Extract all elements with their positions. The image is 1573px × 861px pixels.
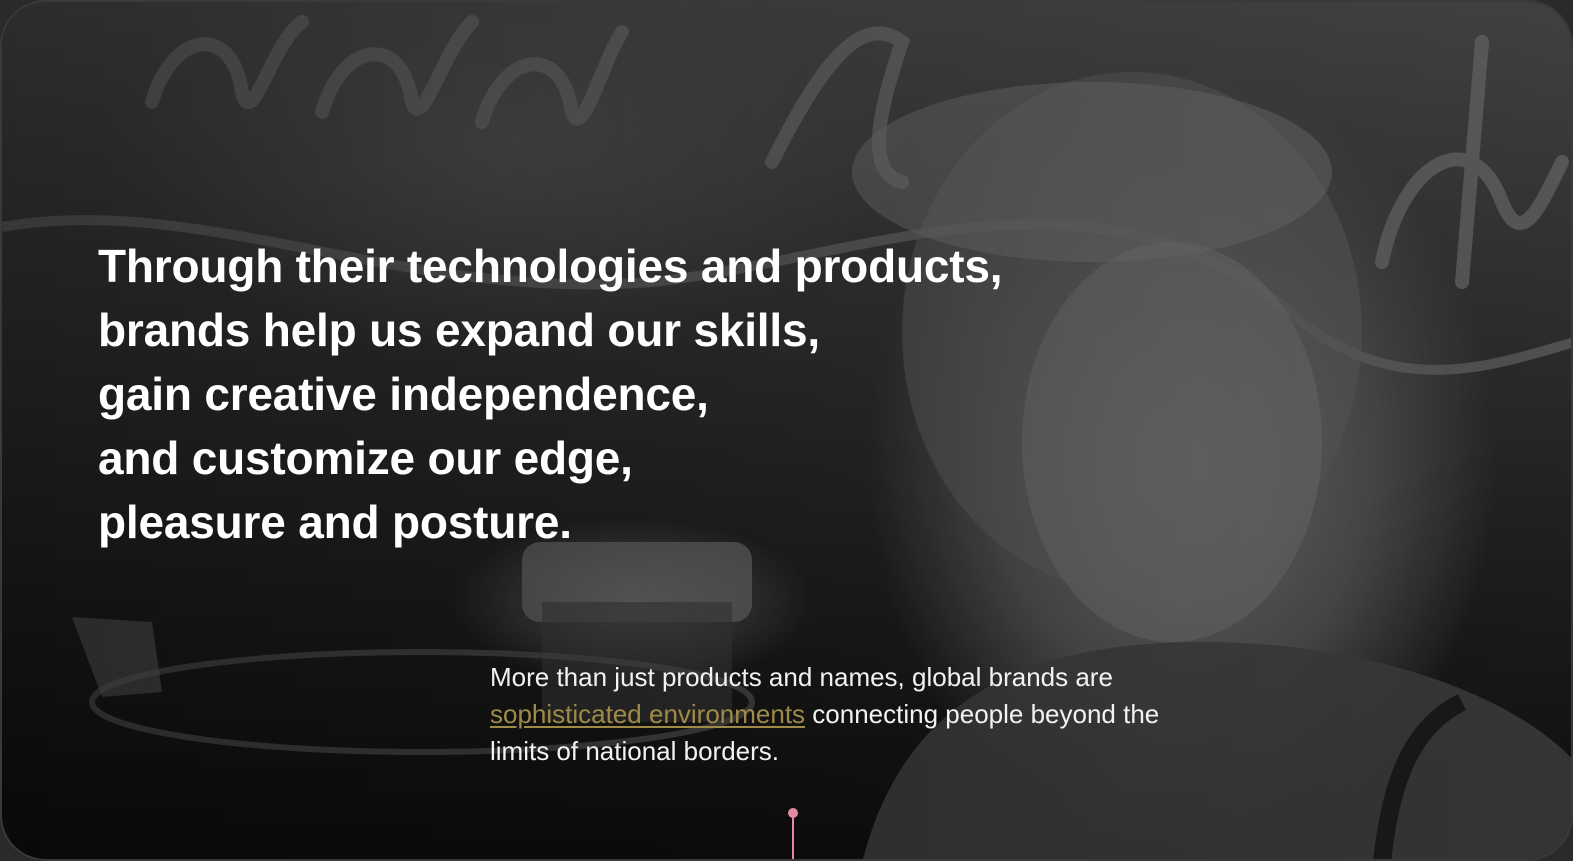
scroll-indicator[interactable]	[787, 808, 799, 859]
headline-line: pleasure and posture.	[98, 496, 572, 548]
body-text-start: More than just products and names, globa…	[490, 662, 1113, 692]
sophisticated-environments-link[interactable]: sophisticated environments	[490, 699, 805, 729]
headline-line: brands help us expand our skills,	[98, 304, 820, 356]
headline-line: and customize our edge,	[98, 432, 633, 484]
headline-line: Through their technologies and products,	[98, 240, 1003, 292]
hero-headline: Through their technologies and products,…	[98, 234, 1003, 554]
hero-body-text: More than just products and names, globa…	[490, 659, 1170, 770]
scroll-indicator-line	[792, 816, 794, 859]
headline-line: gain creative independence,	[98, 368, 709, 420]
hero-section: Through their technologies and products,…	[0, 0, 1573, 861]
